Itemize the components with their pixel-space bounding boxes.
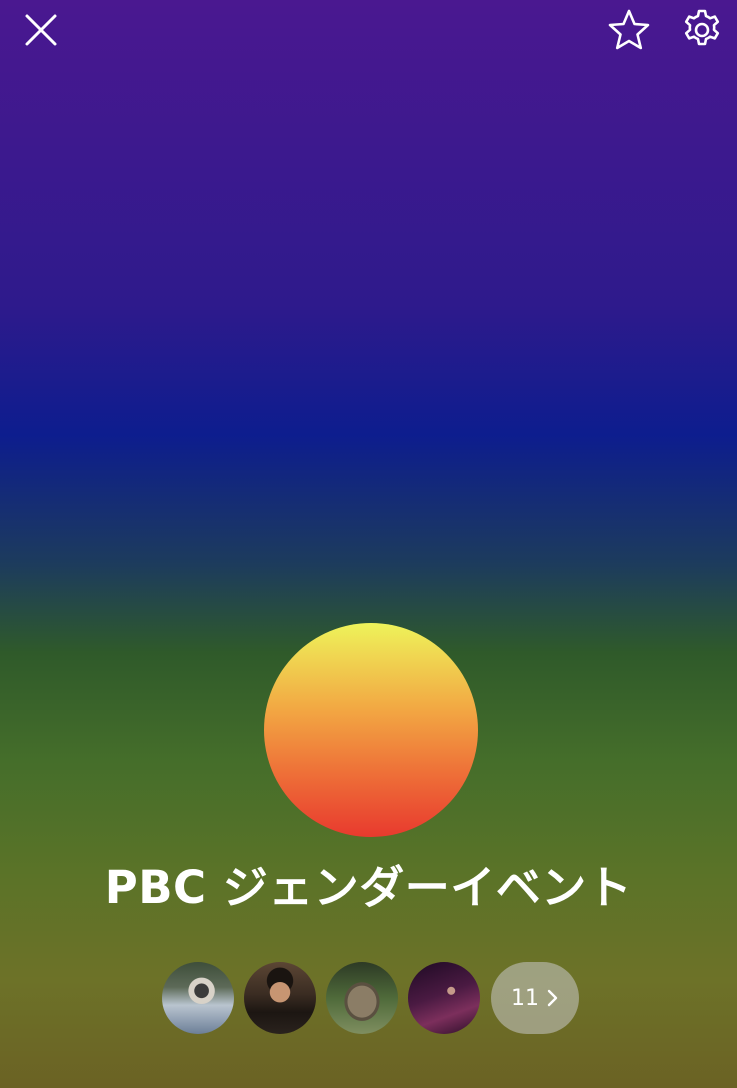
close-icon bbox=[24, 13, 58, 51]
chevron-right-icon bbox=[547, 989, 559, 1007]
close-button[interactable] bbox=[17, 8, 65, 56]
member-avatar[interactable] bbox=[244, 962, 316, 1034]
member-count: 11 bbox=[511, 985, 539, 1011]
settings-button[interactable] bbox=[678, 8, 726, 56]
favorite-button[interactable] bbox=[605, 8, 653, 56]
top-bar bbox=[0, 0, 737, 70]
gear-icon bbox=[680, 8, 724, 56]
star-icon bbox=[607, 8, 651, 56]
member-avatar[interactable] bbox=[408, 962, 480, 1034]
member-count-button[interactable]: 11 bbox=[491, 962, 579, 1034]
group-name: PBC ジェンダーイベント bbox=[104, 861, 633, 914]
group-avatar[interactable] bbox=[264, 623, 478, 837]
member-list: 11 bbox=[162, 962, 579, 1034]
member-avatar[interactable] bbox=[326, 962, 398, 1034]
member-avatar[interactable] bbox=[162, 962, 234, 1034]
